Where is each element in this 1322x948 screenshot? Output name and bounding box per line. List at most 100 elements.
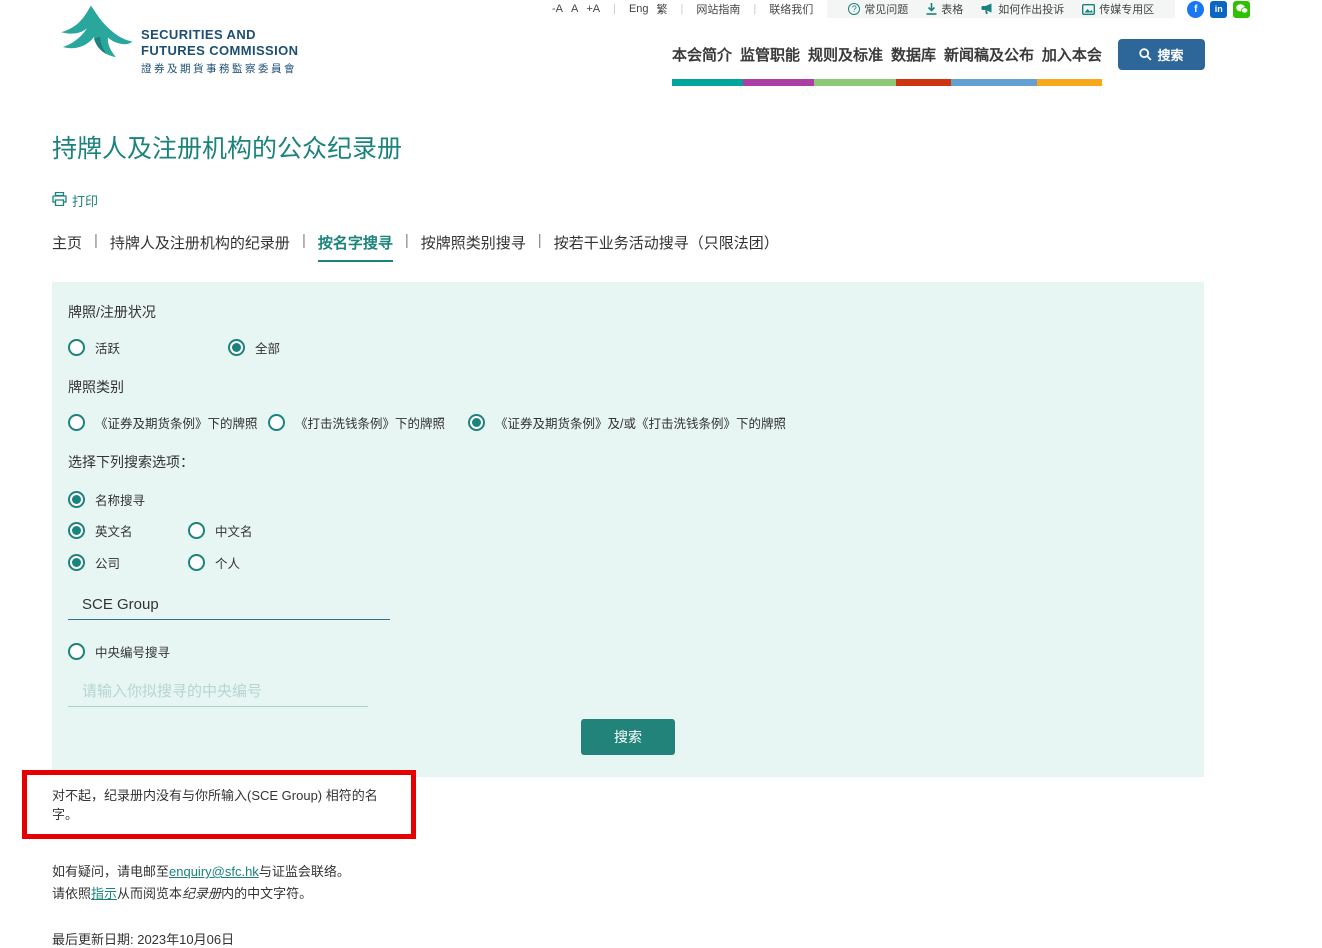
search-form-panel: 牌照/注册状况 活跃 全部 牌照类别 《证券及期货条例》下的牌照 《打击洗钱条例… — [52, 282, 1204, 777]
forms-link[interactable]: 表格 — [926, 1, 963, 17]
radio-circle — [68, 414, 85, 431]
radio-label: 英文名 — [95, 525, 133, 539]
complaints-label: 如何作出投诉 — [998, 4, 1065, 16]
radio-corporation[interactable]: 公司 — [68, 553, 188, 572]
lang-traditional[interactable]: 繁 — [657, 1, 668, 17]
radio-label: 中文名 — [215, 525, 253, 539]
radio-circle — [68, 339, 85, 356]
faq-link[interactable]: ? 常见问题 — [848, 1, 908, 17]
nav-item-about[interactable]: 本会简介 — [672, 44, 732, 65]
site-guide-link[interactable]: 网站指南 — [696, 1, 740, 17]
status-section-label: 牌照/注册状况 — [68, 304, 156, 320]
tab-divider: | — [301, 232, 306, 249]
nav-color-bar — [672, 79, 1102, 86]
radio-label: 活跃 — [95, 342, 121, 356]
radio-label: 名称搜寻 — [95, 494, 146, 508]
tab-register[interactable]: 持牌人及注册机构的纪录册 — [110, 232, 290, 260]
contact-us-link[interactable]: 联络我们 — [769, 1, 813, 17]
header-search-button[interactable]: 搜索 — [1118, 39, 1205, 70]
email-link[interactable]: enquiry@sfc.hk — [169, 864, 259, 879]
radio-sfo-or-amlo-licence[interactable]: 《证券及期货条例》及/或《打击洗钱条例》下的牌照 — [468, 413, 786, 432]
radio-label: 中央编号搜寻 — [95, 646, 171, 660]
tab-search-by-licence-type[interactable]: 按牌照类别搜寻 — [421, 232, 526, 260]
radio-label: 《证券及期货条例》下的牌照 — [95, 417, 258, 431]
last-updated-date: 最后更新日期: 2023年10月06日 — [52, 932, 235, 947]
font-size-decrease[interactable]: -A — [552, 3, 563, 15]
radio-active[interactable]: 活跃 — [68, 338, 228, 357]
printer-icon — [52, 191, 67, 209]
nav-item-rules[interactable]: 规则及标准 — [808, 44, 883, 65]
question-circle-icon: ? — [848, 3, 861, 15]
licence-type-section-label: 牌照类别 — [68, 379, 124, 395]
radio-name-search[interactable]: 名称搜寻 — [68, 490, 145, 509]
main-content: 持牌人及注册机构的公众纪录册 打印 主页 | 持牌人及注册机构的纪录册 | 按名… — [22, 129, 1204, 948]
wechat-icon[interactable] — [1233, 0, 1251, 18]
media-corner-link[interactable]: 传媒专用区 — [1082, 1, 1154, 17]
logo-text: SECURITIES AND FUTURES COMMISSION 證券及期貨事務… — [141, 27, 299, 75]
radio-chinese-name[interactable]: 中文名 — [188, 521, 253, 540]
faq-label: 常见问题 — [864, 4, 909, 16]
radio-circle — [68, 554, 85, 571]
submit-row: 搜索 — [68, 719, 1188, 755]
radio-sfo-licence[interactable]: 《证券及期货条例》下的牌照 — [68, 413, 268, 432]
instruction-line: 请依照指示从而阅览本纪录册内的中文字符。 — [52, 886, 313, 901]
site-header: -A A +A | Eng 繁 | 网站指南 | 联络我们 ? 常见问题 表格 — [0, 0, 1322, 92]
print-link[interactable]: 打印 — [52, 191, 98, 210]
language-options: 英文名 中文名 — [68, 521, 1188, 540]
no-match-error-message: 对不起，纪录册内没有与你所输入(SCE Group) 相符的名字。 — [22, 770, 416, 839]
status-options: 活跃 全部 — [68, 338, 1188, 357]
media-icon — [1082, 3, 1096, 15]
radio-label: 公司 — [95, 557, 121, 571]
name-search-row: 名称搜寻 — [68, 490, 1188, 509]
divider: | — [753, 3, 757, 15]
nav-item-news[interactable]: 新闻稿及公布 — [944, 44, 1034, 65]
contact-line: 如有疑问，请电邮至enquiry@sfc.hk与证监会联络。 — [52, 864, 350, 879]
font-size-increase[interactable]: +A — [586, 3, 600, 15]
divider: | — [613, 3, 616, 15]
lang-english[interactable]: Eng — [629, 3, 649, 15]
ce-number-input[interactable] — [68, 679, 368, 707]
nav-item-database[interactable]: 数据库 — [891, 44, 936, 65]
radio-circle — [188, 522, 205, 539]
ce-search-row: 中央编号搜寻 — [68, 642, 1188, 661]
search-options-label: 选择下列搜索选项： — [68, 454, 194, 470]
search-submit-button[interactable]: 搜索 — [581, 719, 675, 755]
megaphone-icon — [981, 3, 994, 15]
linkedin-icon[interactable]: in — [1210, 0, 1228, 18]
radio-circle — [68, 643, 85, 660]
sfc-logo[interactable]: SECURITIES AND FUTURES COMMISSION 證券及期貨事務… — [55, 3, 298, 82]
utility-bar: -A A +A | Eng 繁 | 网站指南 | 联络我们 ? 常见问题 表格 — [548, 0, 1251, 18]
error-text: 对不起，纪录册内没有与你所输入(SCE Group) 相符的名字。 — [52, 788, 378, 822]
radio-english-name[interactable]: 英文名 — [68, 521, 188, 540]
radio-circle — [68, 491, 85, 508]
search-icon — [1139, 48, 1153, 61]
radio-label: 《打击洗钱条例》下的牌照 — [295, 417, 446, 431]
print-label: 打印 — [72, 194, 99, 209]
media-corner-label: 传媒专用区 — [1099, 4, 1155, 16]
nav-item-join[interactable]: 加入本会 — [1042, 44, 1102, 65]
register-tabs: 主页 | 持牌人及注册机构的纪录册 | 按名字搜寻 | 按牌照类别搜寻 | 按若… — [52, 232, 1204, 262]
radio-individual[interactable]: 个人 — [188, 553, 240, 572]
main-navigation: 本会简介 监管职能 规则及标准 数据库 新闻稿及公布 加入本会 — [672, 44, 1102, 86]
radio-circle — [188, 554, 205, 571]
divider: | — [680, 3, 684, 15]
radio-label: 《证券及期货条例》及/或《打击洗钱条例》下的牌照 — [495, 417, 786, 431]
instructions-link[interactable]: 指示 — [91, 886, 117, 901]
radio-ce-number-search[interactable]: 中央编号搜寻 — [68, 642, 170, 661]
complaints-link[interactable]: 如何作出投诉 — [981, 1, 1064, 17]
licence-type-options: 《证券及期货条例》下的牌照 《打击洗钱条例》下的牌照 《证券及期货条例》及/或《… — [68, 413, 1188, 432]
tab-search-by-activity[interactable]: 按若干业务活动搜寻（只限法团） — [554, 232, 779, 260]
font-size-normal[interactable]: A — [571, 3, 578, 15]
page-title: 持牌人及注册机构的公众纪录册 — [52, 135, 403, 163]
radio-circle — [228, 339, 245, 356]
radio-all[interactable]: 全部 — [228, 338, 280, 357]
sfc-bird-icon — [55, 3, 133, 82]
footer-notes: 如有疑问，请电邮至enquiry@sfc.hk与证监会联络。 请依照指示从而阅览… — [52, 861, 1204, 905]
facebook-icon[interactable]: f — [1187, 0, 1205, 18]
name-search-input[interactable] — [68, 592, 390, 620]
tab-search-by-name[interactable]: 按名字搜寻 — [317, 232, 393, 262]
tab-home[interactable]: 主页 — [52, 232, 82, 260]
radio-amlo-licence[interactable]: 《打击洗钱条例》下的牌照 — [268, 413, 468, 432]
social-links: f in — [1187, 0, 1251, 18]
nav-item-regulatory[interactable]: 监管职能 — [740, 44, 800, 65]
